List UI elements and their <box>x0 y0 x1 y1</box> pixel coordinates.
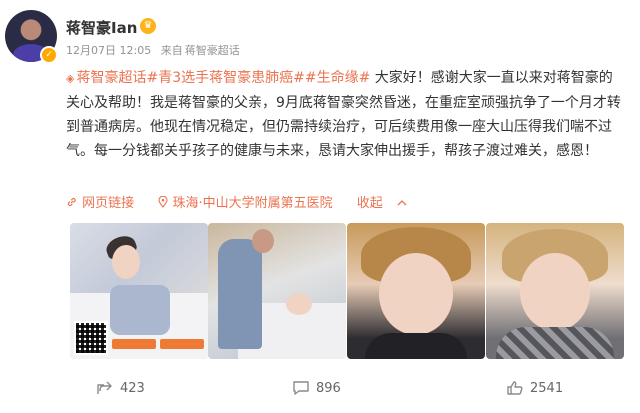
chevron-up-icon <box>397 200 407 206</box>
share-count: 423 <box>120 380 145 396</box>
post-image-2[interactable] <box>208 223 346 359</box>
location-label: 珠海·中山大学附属第五医院 <box>172 196 333 211</box>
share-icon <box>97 381 112 394</box>
father-face <box>252 229 274 253</box>
face <box>520 253 590 331</box>
location-pin-icon <box>158 195 168 208</box>
qr-code <box>74 321 108 355</box>
web-link-label: 网页链接 <box>82 196 135 211</box>
web-link[interactable]: 网页链接 <box>66 196 148 211</box>
face <box>379 253 453 335</box>
patient-face <box>286 293 312 315</box>
source-prefix: 来自 <box>160 44 183 57</box>
post-date[interactable]: 12月07日 12:05 <box>66 44 151 57</box>
patient-face <box>112 245 140 279</box>
author-name[interactable]: 蒋智豪Ian <box>66 17 137 38</box>
tag-life[interactable]: #生命缘# <box>305 70 370 86</box>
super-topic-icon: ◈ <box>66 72 75 85</box>
tag-super-topic[interactable]: 蒋智豪超话 <box>76 70 146 86</box>
shirt <box>365 333 467 359</box>
action-bar: 423 896 2541 <box>0 380 640 406</box>
plaid-shirt <box>496 327 614 359</box>
post-image-4[interactable] <box>486 223 624 359</box>
patient-gown <box>110 285 170 335</box>
comment-icon <box>293 381 309 395</box>
thumbs-up-icon <box>507 381 523 395</box>
collapse-button[interactable]: 收起 <box>357 196 407 211</box>
post-links: 网页链接 珠海·中山大学附属第五医院 收起 <box>66 192 417 211</box>
verified-icon: ✓ <box>40 46 58 64</box>
crown-icon: ♛ <box>140 18 156 34</box>
collapse-label: 收起 <box>356 196 383 211</box>
post-image-3[interactable] <box>347 223 485 359</box>
tag-lung-cancer[interactable]: #青3选手蒋智豪患肺癌# <box>146 70 304 86</box>
post-text: ◈ 蒋智豪超话#青3选手蒋智豪患肺癌##生命缘# 大家好！感谢大家一直以来对蒋智豪… <box>66 66 626 163</box>
link-icon <box>67 197 76 207</box>
father-figure <box>218 239 262 349</box>
share-button[interactable]: 423 <box>96 380 145 396</box>
source-link[interactable]: 蒋智豪超话 <box>185 44 240 57</box>
image-button-1 <box>112 339 156 349</box>
location-link[interactable]: 珠海·中山大学附属第五医院 <box>158 195 346 211</box>
like-count: 2541 <box>530 380 564 396</box>
comment-count: 896 <box>316 380 341 396</box>
post-image-1[interactable] <box>70 223 208 359</box>
post-meta: 12月07日 12:05 来自 蒋智豪超话 <box>66 42 246 58</box>
comment-button[interactable]: 896 <box>292 380 341 396</box>
like-button[interactable]: 2541 <box>506 380 563 396</box>
image-button-2 <box>160 339 204 349</box>
